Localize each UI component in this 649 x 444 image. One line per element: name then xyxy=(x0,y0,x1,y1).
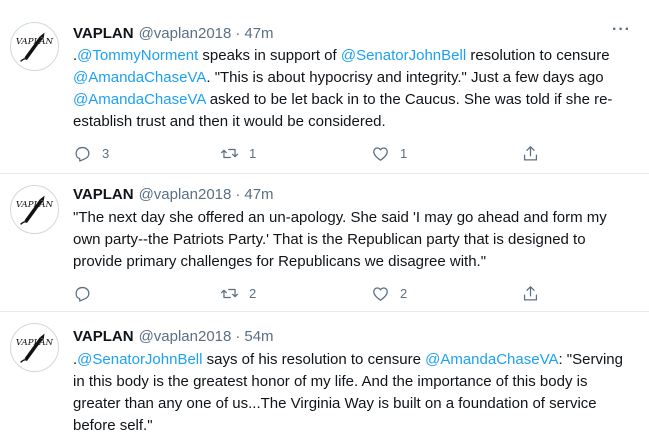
author-name[interactable]: VAPLAN xyxy=(73,186,134,203)
svg-text:VAPLAN: VAPLAN xyxy=(16,200,54,210)
avatar[interactable]: VAPLAN xyxy=(10,323,59,372)
text-segment: says of his resolution to censure xyxy=(202,351,426,368)
svg-text:VAPLAN: VAPLAN xyxy=(16,338,54,348)
timestamp[interactable]: 47m xyxy=(244,186,273,203)
tweet-header: VAPLAN @vaplan2018 · 47m xyxy=(73,183,635,205)
retweet-button[interactable]: 2 xyxy=(220,282,256,304)
text-segment: . "This is about hypocrisy and integrity… xyxy=(206,69,604,86)
like-button[interactable]: 1 xyxy=(371,142,407,164)
share-button[interactable] xyxy=(521,282,540,304)
author-name[interactable]: VAPLAN xyxy=(73,328,134,345)
text-segment: resolution to censure xyxy=(466,47,610,64)
reply-count: 3 xyxy=(102,145,110,161)
retweet-icon xyxy=(220,148,239,158)
avatar[interactable]: VAPLAN xyxy=(10,22,59,71)
tweet[interactable]: VAPLAN VAPLAN @vaplan2018 · 47m ··· .@To… xyxy=(0,0,649,174)
like-button[interactable]: 2 xyxy=(371,282,407,304)
share-icon xyxy=(523,145,538,160)
like-count: 2 xyxy=(400,285,408,301)
share-button[interactable] xyxy=(521,142,540,164)
mention-link[interactable]: @AmandaChaseVA xyxy=(73,69,206,86)
vaplan-logo: VAPLAN xyxy=(16,333,54,363)
mention-link[interactable]: @AmandaChaseVA xyxy=(73,91,206,108)
like-icon xyxy=(373,286,388,301)
more-options-icon[interactable]: ··· xyxy=(612,22,631,38)
avatar[interactable]: VAPLAN xyxy=(10,185,59,234)
timestamp[interactable]: 47m xyxy=(244,25,273,42)
mention-link[interactable]: @SenatorJohnBell xyxy=(77,351,202,368)
retweet-count: 2 xyxy=(249,285,257,301)
tweet-feed: VAPLAN VAPLAN @vaplan2018 · 47m ··· .@To… xyxy=(0,0,649,444)
reply-button[interactable] xyxy=(73,282,102,304)
reply-button[interactable]: 3 xyxy=(73,142,109,164)
mention-link[interactable]: @TommyNorment xyxy=(77,47,198,64)
like-count: 1 xyxy=(400,145,408,161)
timestamp[interactable]: 54m xyxy=(244,328,273,345)
mention-link[interactable]: @AmandaChaseVA xyxy=(425,351,558,368)
text-segment: speaks in support of xyxy=(198,47,341,64)
author-handle[interactable]: @vaplan2018 xyxy=(139,25,232,42)
mention-link[interactable]: @SenatorJohnBell xyxy=(341,47,466,64)
retweet-button[interactable]: 1 xyxy=(220,142,256,164)
retweet-count: 1 xyxy=(249,145,257,161)
reply-icon xyxy=(75,286,90,302)
vaplan-logo: VAPLAN xyxy=(16,32,54,62)
separator: · xyxy=(235,327,241,345)
tweet-text: "The next day she offered an un-apology.… xyxy=(73,209,607,270)
tweet-actions: 2 2 xyxy=(73,282,543,304)
author-handle[interactable]: @vaplan2018 xyxy=(139,186,232,203)
author-handle[interactable]: @vaplan2018 xyxy=(139,328,232,345)
tweet-text: .@SenatorJohnBell says of his resolution… xyxy=(73,349,631,437)
reply-icon xyxy=(75,146,90,162)
share-icon xyxy=(523,285,538,300)
tweet-actions: 3 1 1 xyxy=(73,142,543,164)
like-icon xyxy=(373,146,388,161)
tweet-text: .@TommyNorment speaks in support of @Sen… xyxy=(73,45,631,133)
tweet-header: VAPLAN @vaplan2018 · 54m xyxy=(73,325,635,347)
svg-text:VAPLAN: VAPLAN xyxy=(16,37,54,47)
retweet-icon xyxy=(220,288,239,298)
author-name[interactable]: VAPLAN xyxy=(73,25,134,42)
tweet-header: VAPLAN @vaplan2018 · 47m ··· xyxy=(73,22,635,44)
separator: · xyxy=(235,24,241,42)
separator: · xyxy=(235,185,241,203)
vaplan-logo: VAPLAN xyxy=(16,195,54,225)
